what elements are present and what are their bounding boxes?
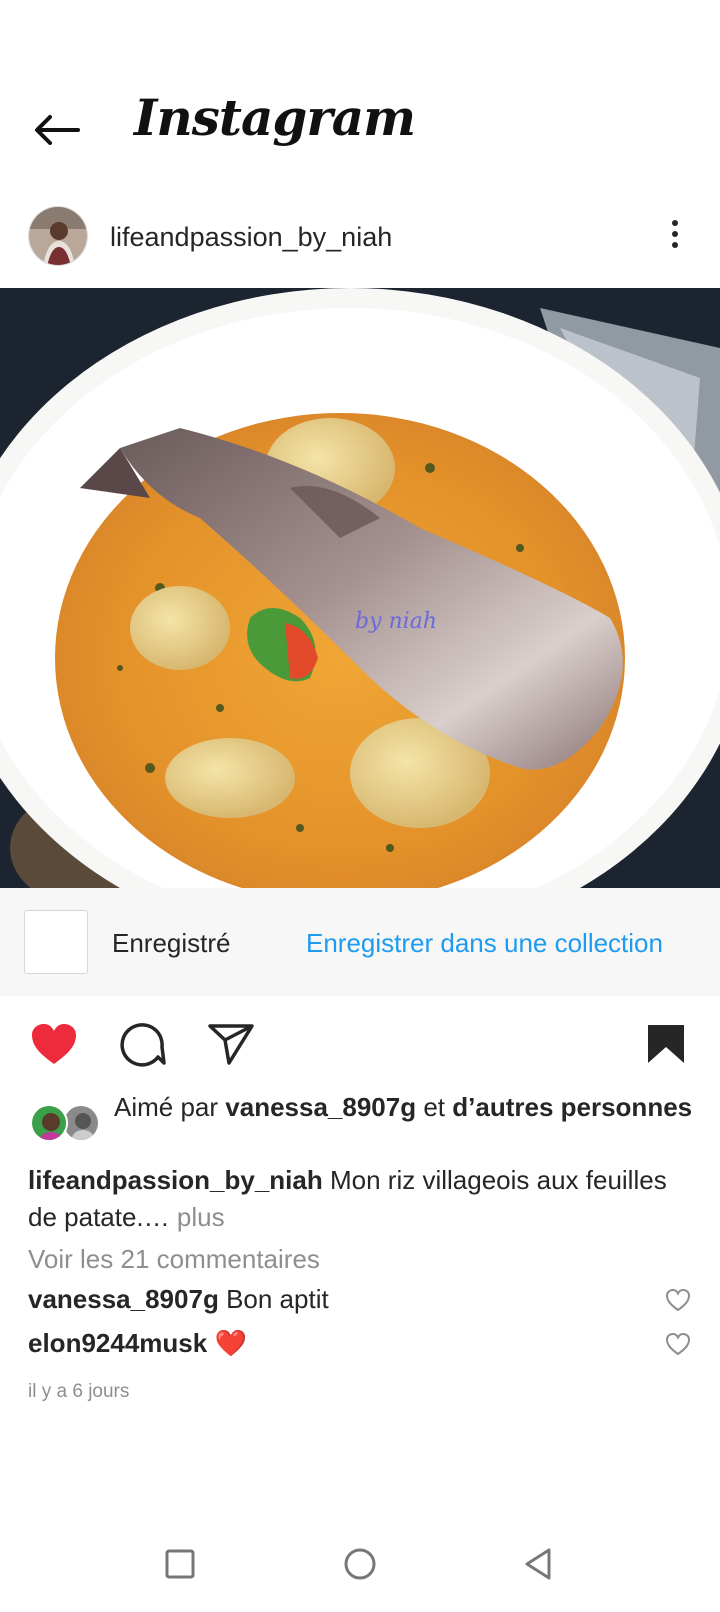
liker-avatar — [30, 1104, 68, 1142]
bookmark-button[interactable] — [638, 1016, 694, 1072]
share-button[interactable] — [203, 1016, 259, 1072]
comment-like-button[interactable] — [664, 1286, 692, 1314]
saved-label: Enregistré — [112, 928, 231, 958]
comment-text: elon9244musk ❤️ — [28, 1328, 247, 1359]
likes-text: Aimé par vanessa_8907g et d’autres perso… — [114, 1090, 704, 1124]
comment-like-button[interactable] — [664, 1330, 692, 1358]
more-vertical-icon — [672, 220, 678, 226]
heart-outline-icon — [666, 1289, 690, 1311]
comment-item: elon9244musk ❤️ — [28, 1328, 718, 1368]
arrow-left-icon — [35, 115, 80, 145]
likes-prefix: Aimé par — [114, 1092, 219, 1122]
home-button[interactable] — [330, 1536, 390, 1592]
post-actions — [0, 1016, 720, 1076]
likes-summary[interactable]: Aimé par vanessa_8907g et d’autres perso… — [0, 1090, 720, 1154]
like-button[interactable] — [26, 1016, 82, 1072]
heart-filled-icon — [32, 1024, 76, 1064]
back-button[interactable] — [28, 102, 84, 158]
post-timestamp: il y a 6 jours — [28, 1381, 130, 1402]
recents-button[interactable] — [150, 1536, 210, 1592]
post-image[interactable]: by niah — [0, 288, 720, 888]
comment-username[interactable]: elon9244musk — [28, 1328, 207, 1358]
square-icon — [165, 1549, 195, 1579]
image-watermark: by niah — [355, 609, 437, 634]
comment-item: vanessa_8907g Bon aptit — [28, 1284, 718, 1324]
caption-more-link[interactable]: plus — [177, 1202, 225, 1232]
comment-body: Bon aptit — [226, 1284, 329, 1314]
other-likers-link[interactable]: d’autres personnes — [452, 1092, 692, 1122]
author-avatar[interactable] — [28, 206, 88, 266]
saved-thumbnail[interactable] — [24, 910, 88, 974]
view-all-comments-link[interactable]: Voir les 21 commentaires — [28, 1244, 320, 1275]
comment-body: ❤️ — [214, 1328, 247, 1358]
send-icon — [208, 1024, 254, 1065]
liker-avatars — [30, 1104, 102, 1144]
system-nav-bar — [0, 1516, 720, 1612]
comment-text: vanessa_8907g Bon aptit — [28, 1284, 329, 1315]
likes-connector: et — [423, 1092, 446, 1122]
comment-icon — [120, 1023, 166, 1067]
heart-outline-icon — [666, 1333, 690, 1355]
circle-icon — [344, 1548, 376, 1580]
save-to-collection-link[interactable]: Enregistrer dans une collection — [306, 928, 663, 959]
caption-username[interactable]: lifeandpassion_by_niah — [28, 1165, 323, 1195]
post-header: lifeandpassion_by_niah — [0, 200, 720, 280]
more-options-button[interactable] — [660, 214, 690, 254]
comment-button[interactable] — [115, 1016, 171, 1072]
author-username[interactable]: lifeandpassion_by_niah — [110, 222, 392, 253]
system-back-button[interactable] — [508, 1536, 568, 1592]
bookmark-filled-icon — [648, 1025, 684, 1063]
instagram-logo: Instagram — [134, 88, 416, 147]
first-liker-link[interactable]: vanessa_8907g — [225, 1092, 416, 1122]
triangle-back-icon — [525, 1548, 551, 1580]
comment-username[interactable]: vanessa_8907g — [28, 1284, 219, 1314]
app-header: Instagram — [0, 80, 720, 180]
post-caption: lifeandpassion_by_niah Mon riz villageoi… — [28, 1162, 698, 1236]
save-confirmation-bar: Enregistré Enregistrer dans une collecti… — [0, 888, 720, 996]
